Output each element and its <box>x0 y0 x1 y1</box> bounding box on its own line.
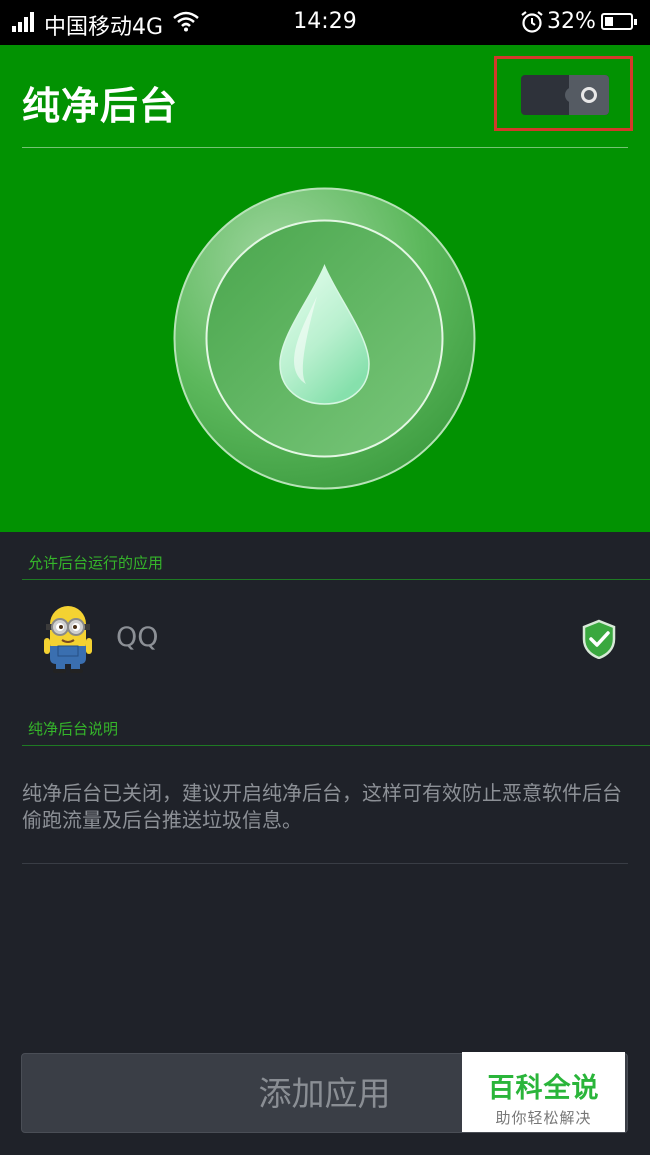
toggle-knob <box>569 75 609 115</box>
battery-percent: 32% <box>547 9 596 34</box>
explanation-divider <box>22 745 650 746</box>
watermark-logo: 百科全说 助你轻松解决 <box>462 1052 625 1132</box>
allowed-apps-section-label: 允许后台运行的应用 <box>28 554 164 572</box>
app-name: QQ <box>116 622 159 653</box>
battery-icon <box>601 13 637 30</box>
status-bar: 中国移动4G 14:29 32% <box>0 0 650 45</box>
header-panel: 纯净后台 <box>0 45 650 532</box>
minion-app-icon <box>44 606 92 673</box>
allowed-apps-divider <box>22 579 650 580</box>
watermark-sub-text: 助你轻松解决 <box>495 1109 592 1127</box>
battery-level-fill <box>605 17 613 26</box>
header-divider <box>22 147 628 148</box>
watermark-main-text: 百科全说 <box>487 1073 600 1104</box>
explanation-bottom-divider <box>22 863 628 864</box>
shield-check-icon[interactable] <box>581 619 617 659</box>
alarm-icon <box>521 11 543 33</box>
explanation-text: 纯净后台已关闭，建议开启纯净后台，这样可有效防止恶意软件后台偷跑流量及后台推送垃… <box>22 781 622 832</box>
explanation-section-label: 纯净后台说明 <box>28 720 119 738</box>
page-title: 纯净后台 <box>22 84 179 128</box>
water-drop-orb-icon[interactable] <box>172 186 477 491</box>
list-item[interactable]: QQ <box>0 582 650 697</box>
pure-background-toggle[interactable] <box>521 75 609 115</box>
